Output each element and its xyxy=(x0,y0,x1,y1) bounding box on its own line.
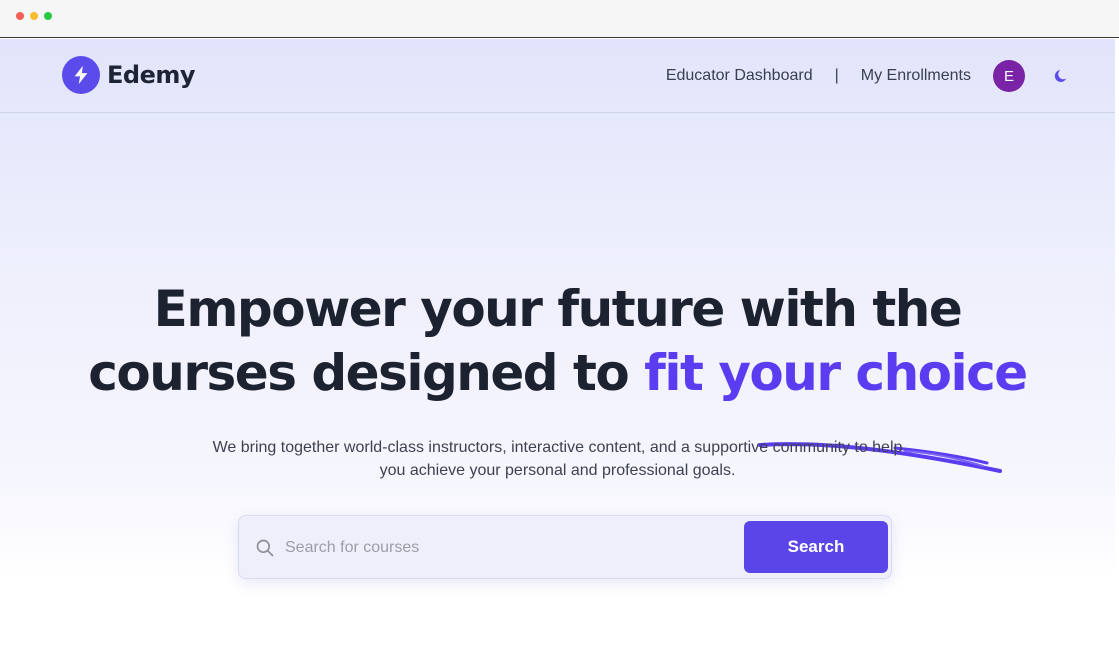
window-maximize-dot[interactable] xyxy=(44,12,52,20)
nav-educator-dashboard[interactable]: Educator Dashboard xyxy=(666,67,813,85)
moon-icon[interactable] xyxy=(1053,68,1069,84)
search-button[interactable]: Search xyxy=(744,521,888,573)
brand-logo[interactable]: Edemy xyxy=(62,56,196,94)
lightning-icon xyxy=(62,56,100,94)
browser-chrome xyxy=(0,0,1119,38)
search-icon xyxy=(255,538,275,558)
nav-separator: | xyxy=(834,67,839,84)
window-close-dot[interactable] xyxy=(16,12,24,20)
navbar: Edemy Educator Dashboard | My Enrollment… xyxy=(0,39,1115,113)
hero-title-line2: courses designed to xyxy=(88,344,645,402)
hero-title-line1: Empower your future with the xyxy=(153,280,963,338)
nav-my-enrollments[interactable]: My Enrollments xyxy=(861,67,971,85)
hero-subtitle: We bring together world-class instructor… xyxy=(0,436,1115,482)
nav-links: Educator Dashboard | My Enrollments E xyxy=(666,59,1069,93)
hero-subtitle-line2: you achieve your personal and profession… xyxy=(379,462,736,479)
hero-subtitle-line1: We bring together world-class instructor… xyxy=(212,439,903,456)
window-edge xyxy=(1115,38,1119,668)
window-minimize-dot[interactable] xyxy=(30,12,38,20)
page: Edemy Educator Dashboard | My Enrollment… xyxy=(0,39,1115,668)
user-avatar[interactable]: E xyxy=(993,60,1025,92)
search-input[interactable] xyxy=(285,528,735,568)
brand-name: Edemy xyxy=(107,61,196,89)
hero-title-accent: fit your choice xyxy=(644,344,1028,402)
search-bar: Search xyxy=(238,515,892,579)
hero-title: Empower your future with the courses des… xyxy=(0,277,1115,405)
